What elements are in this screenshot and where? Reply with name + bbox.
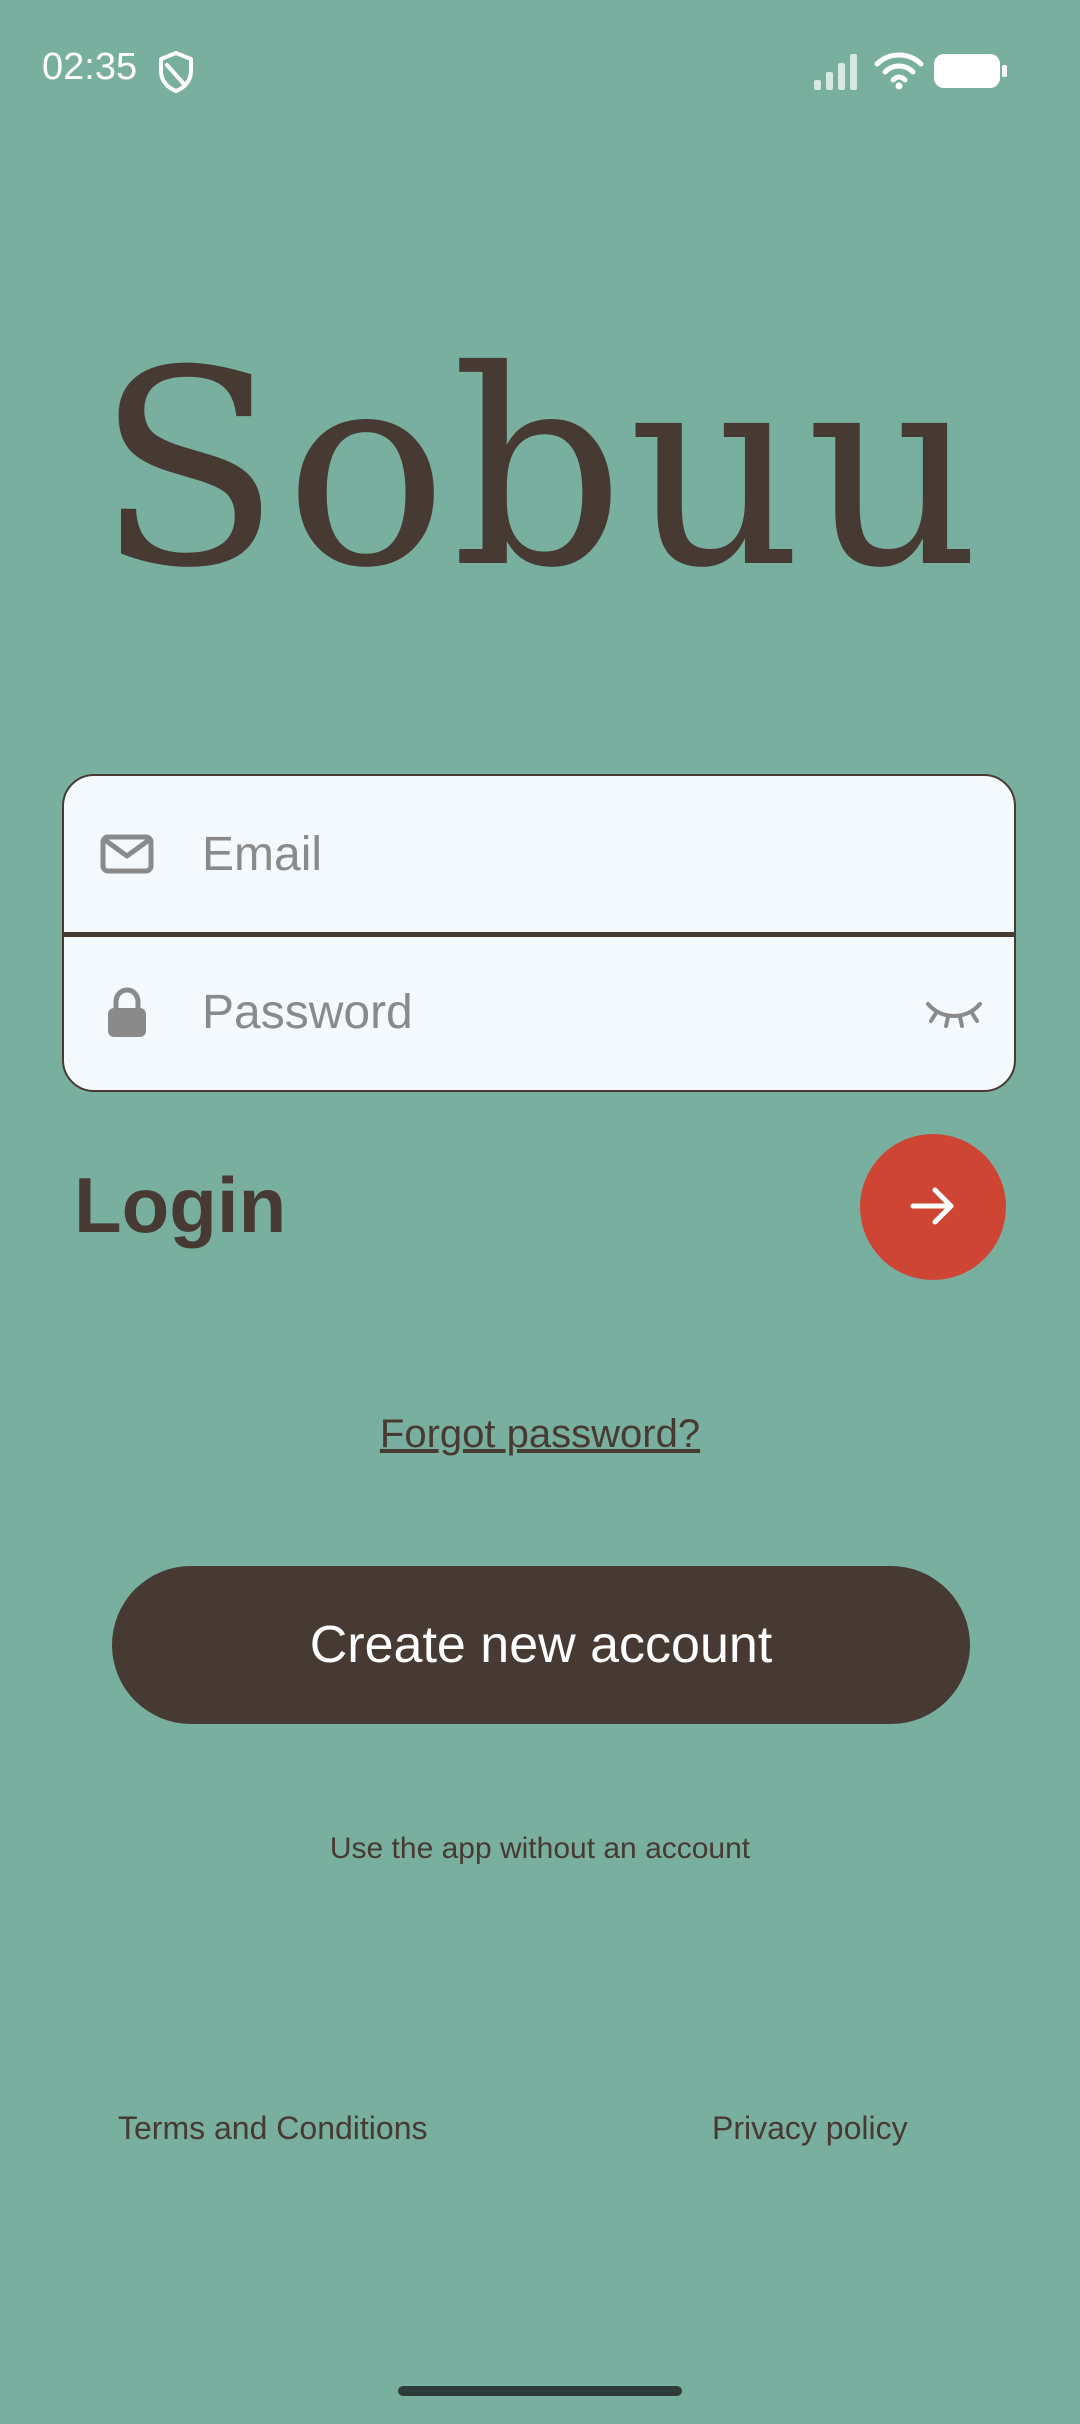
password-row	[64, 934, 1014, 1090]
login-submit-button[interactable]	[860, 1134, 1006, 1280]
email-row	[64, 776, 1014, 937]
lock-icon	[100, 985, 154, 1039]
status-time: 02:35	[42, 46, 138, 88]
eye-closed-icon[interactable]	[924, 992, 984, 1032]
signal-icon	[812, 52, 862, 90]
forgot-password-link[interactable]: Forgot password?	[0, 1412, 1080, 1457]
shield-icon	[156, 50, 196, 94]
battery-icon	[934, 54, 1008, 88]
terms-link[interactable]: Terms and Conditions	[118, 2110, 427, 2147]
guest-mode-link[interactable]: Use the app without an account	[0, 1832, 1080, 1866]
status-bar: 02:35	[0, 0, 1080, 140]
arrow-right-icon	[907, 1187, 959, 1235]
login-title: Login	[74, 1161, 287, 1249]
home-indicator[interactable]	[398, 2386, 682, 2396]
email-field[interactable]	[202, 776, 902, 932]
create-account-button[interactable]: Create new account	[112, 1566, 970, 1724]
password-field[interactable]	[202, 934, 902, 1090]
privacy-link[interactable]: Privacy policy	[712, 2110, 908, 2147]
wifi-icon	[874, 50, 924, 90]
mail-icon	[100, 827, 154, 881]
brand-logo: Sobuu	[95, 312, 985, 627]
login-form	[62, 774, 1016, 1092]
